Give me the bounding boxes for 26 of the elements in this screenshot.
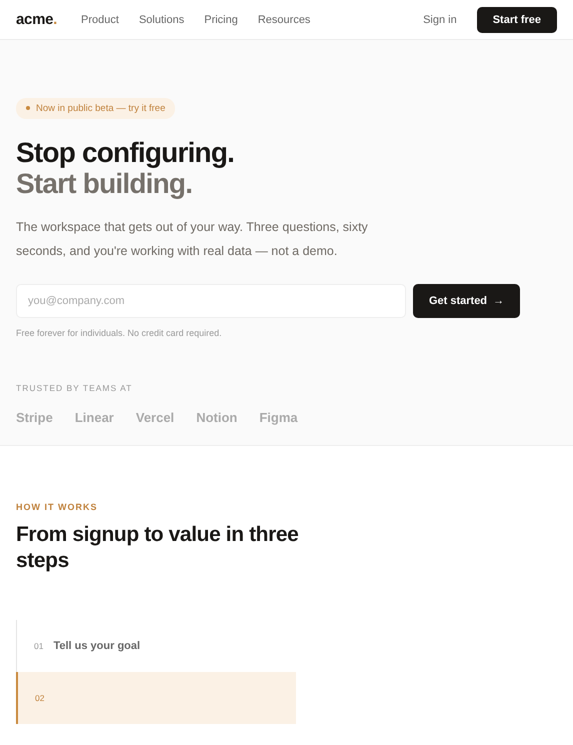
start-free-button[interactable]: Start free	[476, 6, 557, 32]
company-logo: Notion	[196, 410, 238, 424]
step-number: 01	[34, 641, 44, 651]
form-note: Free forever for individuals. No credit card required.	[16, 328, 223, 338]
email-field[interactable]: you@company.com	[16, 284, 406, 318]
section-heading: From signup to value in three steps	[16, 522, 300, 574]
hero-heading: Stop configuring. Start building.	[16, 136, 236, 198]
nav-link[interactable]: Product	[81, 14, 119, 26]
nav-link[interactable]: Pricing	[204, 14, 238, 26]
step-title: Tell us your goal	[53, 640, 140, 652]
step-number: 02	[35, 693, 44, 703]
trusted-label: TRUSTED BY TEAMS AT	[16, 382, 134, 392]
logo[interactable]: acme.	[16, 11, 58, 28]
nav-link[interactable]: Resources	[258, 14, 310, 26]
company-logo: Vercel	[136, 410, 174, 424]
sign-in-link[interactable]: Sign in	[423, 14, 457, 26]
company-logo: Linear	[74, 410, 114, 424]
get-started-button[interactable]: Get started →	[413, 284, 520, 318]
hero-description: The workspace that gets out of your way. Three questions, sixty seconds, and you're working with real data — not a demo.	[16, 218, 369, 260]
step-item[interactable]: 01 Tell us your goal	[17, 620, 296, 672]
company-logo: Stripe	[16, 410, 53, 424]
step-item[interactable]: 02	[16, 672, 296, 724]
company-logo: Figma	[259, 410, 298, 424]
section-eyebrow: HOW IT WORKS	[16, 502, 98, 512]
beta-badge: Now in public beta — try it free	[16, 98, 176, 118]
nav-link[interactable]: Solutions	[138, 14, 184, 26]
